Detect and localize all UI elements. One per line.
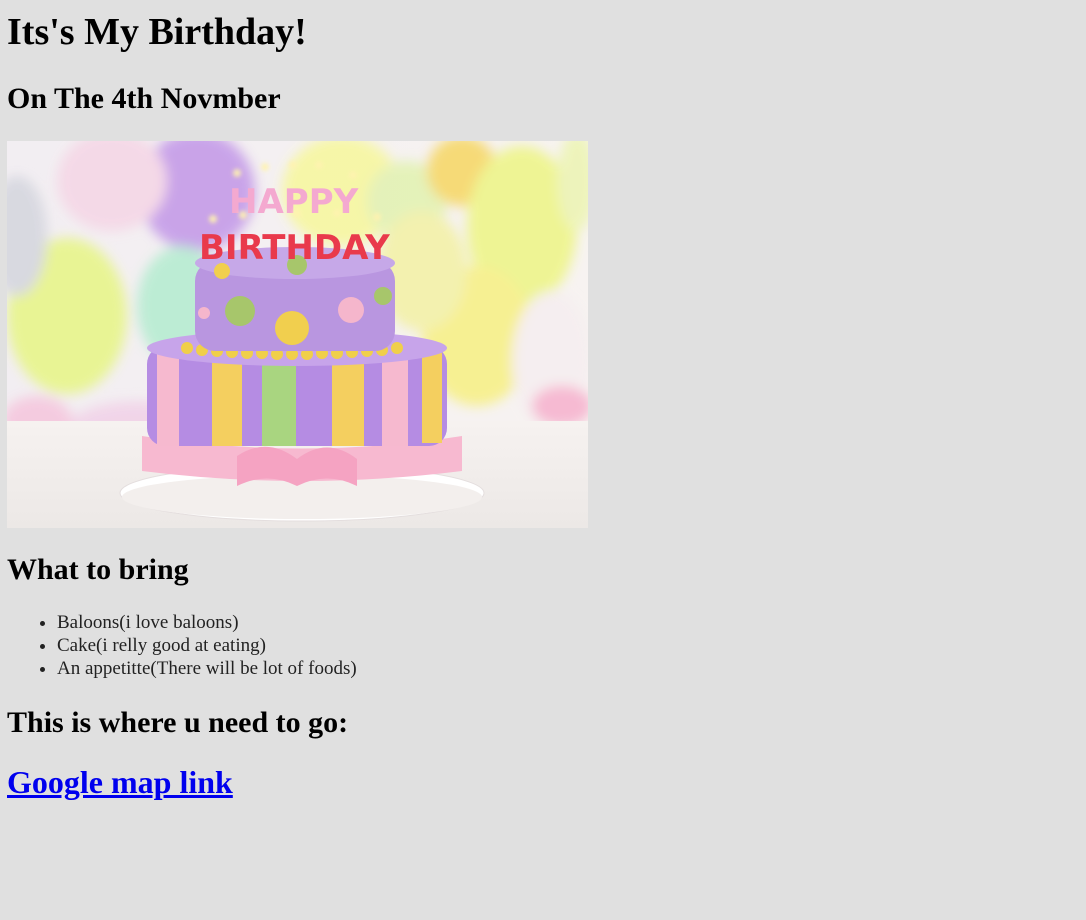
list-item: An appetitte(There will be lot of foods) — [57, 657, 357, 680]
list-item: Baloons(i love baloons) — [57, 611, 357, 634]
birthday-cake-illustration: HAPPY BIRTHDAY — [7, 141, 588, 528]
bring-list: Baloons(i love baloons) Cake(i relly goo… — [7, 611, 357, 680]
google-map-link[interactable]: Google map link — [7, 763, 233, 801]
page: Its's My Birthday! On The 4th Novmber HA… — [0, 0, 1086, 800]
page-title: Its's My Birthday! — [7, 11, 307, 53]
what-to-bring-heading: What to bring — [7, 553, 189, 586]
birthday-candle-text: BIRTHDAY — [199, 228, 390, 268]
location-heading: This is where u need to go: — [7, 706, 349, 739]
birthday-cake-photo: HAPPY BIRTHDAY — [7, 141, 588, 528]
event-date: On The 4th Novmber — [7, 82, 281, 115]
list-item: Cake(i relly good at eating) — [57, 634, 357, 657]
